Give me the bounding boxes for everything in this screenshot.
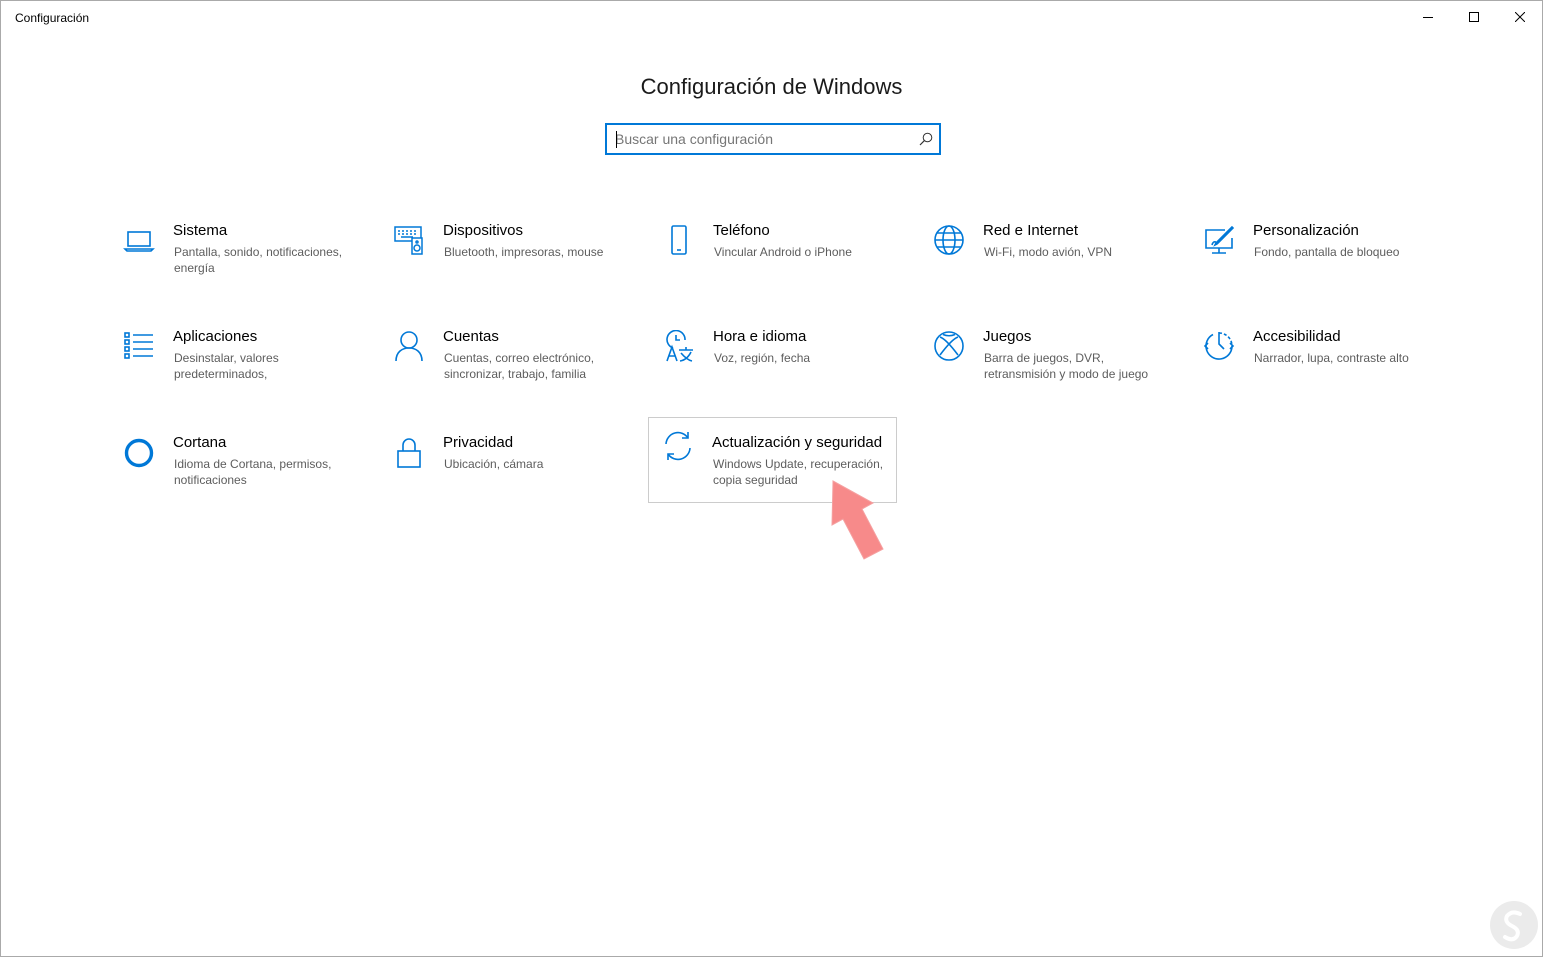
minimize-icon: [1423, 17, 1433, 18]
category-name: Privacidad: [443, 434, 514, 451]
category-name: Red e Internet: [983, 222, 1079, 239]
category-description: Idioma de Cortana, permisos, notificacio…: [174, 457, 332, 487]
window-title: Configuración: [15, 11, 90, 25]
apps-list-icon: [123, 330, 155, 362]
category-name: Dispositivos: [443, 222, 524, 239]
category-description: Fondo, pantalla de bloqueo: [1254, 245, 1400, 259]
category-description: Wi-Fi, modo avión, VPN: [984, 245, 1113, 259]
category-description: Bluetooth, impresoras, mouse: [444, 245, 604, 259]
search-icon[interactable]: [919, 132, 933, 151]
category-accesibilidad[interactable]: Accesibilidad Narrador, lupa, contraste …: [1189, 323, 1438, 407]
close-icon: [1515, 12, 1525, 22]
category-name: Juegos: [983, 328, 1032, 345]
category-telefono[interactable]: Teléfono Vincular Android o iPhone: [649, 217, 898, 301]
paintbrush-icon: [1203, 224, 1235, 256]
category-description: Pantalla, sonido, notificaciones, energí…: [174, 245, 343, 275]
category-dispositivos[interactable]: Dispositivos Bluetooth, impresoras, mous…: [379, 217, 628, 301]
category-description: Barra de juegos, DVR, retransmisión y mo…: [984, 351, 1149, 381]
devices-icon: [393, 224, 425, 256]
category-red-e-internet[interactable]: Red e Internet Wi-Fi, modo avión, VPN: [919, 217, 1168, 301]
search-input[interactable]: [615, 125, 905, 153]
settings-window: Configuración Configuración de Windows S…: [0, 0, 1543, 957]
category-description: Voz, región, fecha: [714, 351, 811, 365]
lock-icon: [393, 436, 425, 468]
category-description: Desinstalar, valores predeterminados,: [174, 351, 279, 381]
category-name: Personalización: [1253, 222, 1359, 239]
pointer-arrow-icon: [819, 479, 889, 570]
category-privacidad[interactable]: Privacidad Ubicación, cámara: [379, 429, 628, 513]
category-name: Cortana: [173, 434, 227, 451]
close-button[interactable]: [1497, 1, 1543, 33]
phone-icon: [663, 224, 695, 256]
text-caret: [616, 131, 617, 148]
category-description: Narrador, lupa, contraste alto: [1254, 351, 1409, 365]
cortana-icon: [123, 436, 155, 468]
category-personalizacion[interactable]: Personalización Fondo, pantalla de bloqu…: [1189, 217, 1438, 301]
category-name: Teléfono: [713, 222, 770, 239]
globe-icon: [933, 224, 965, 256]
category-description: Cuentas, correo electrónico, sincronizar…: [444, 351, 595, 381]
category-description: Vincular Android o iPhone: [714, 245, 852, 259]
category-name: Accesibilidad: [1253, 328, 1341, 345]
xbox-icon: [933, 330, 965, 362]
ease-of-access-icon: [1203, 330, 1235, 362]
category-sistema[interactable]: Sistema Pantalla, sonido, notificaciones…: [109, 217, 358, 301]
category-juegos[interactable]: Juegos Barra de juegos, DVR, retransmisi…: [919, 323, 1168, 407]
category-hora-e-idioma[interactable]: Hora e idioma Voz, región, fecha: [649, 323, 898, 407]
category-name: Aplicaciones: [173, 328, 258, 345]
maximize-button[interactable]: [1451, 1, 1497, 33]
person-icon: [393, 330, 425, 362]
category-cortana[interactable]: Cortana Idioma de Cortana, permisos, not…: [109, 429, 358, 513]
laptop-icon: [123, 224, 155, 256]
category-name: Cuentas: [443, 328, 499, 345]
minimize-button[interactable]: [1405, 1, 1451, 33]
search-box[interactable]: [605, 123, 941, 155]
time-language-icon: [663, 330, 695, 362]
category-name: Sistema: [173, 222, 228, 239]
watermark-logo: [1487, 898, 1541, 959]
category-aplicaciones[interactable]: Aplicaciones Desinstalar, valores predet…: [109, 323, 358, 407]
category-name: Hora e idioma: [713, 328, 807, 345]
sync-icon: [662, 430, 694, 462]
title-bar[interactable]: Configuración: [1, 1, 1542, 33]
category-cuentas[interactable]: Cuentas Cuentas, correo electrónico, sin…: [379, 323, 628, 407]
page-title: Configuración de Windows: [640, 73, 903, 99]
category-name: Actualización y seguridad: [712, 434, 883, 451]
maximize-icon: [1469, 12, 1479, 22]
category-description: Ubicación, cámara: [444, 457, 544, 471]
